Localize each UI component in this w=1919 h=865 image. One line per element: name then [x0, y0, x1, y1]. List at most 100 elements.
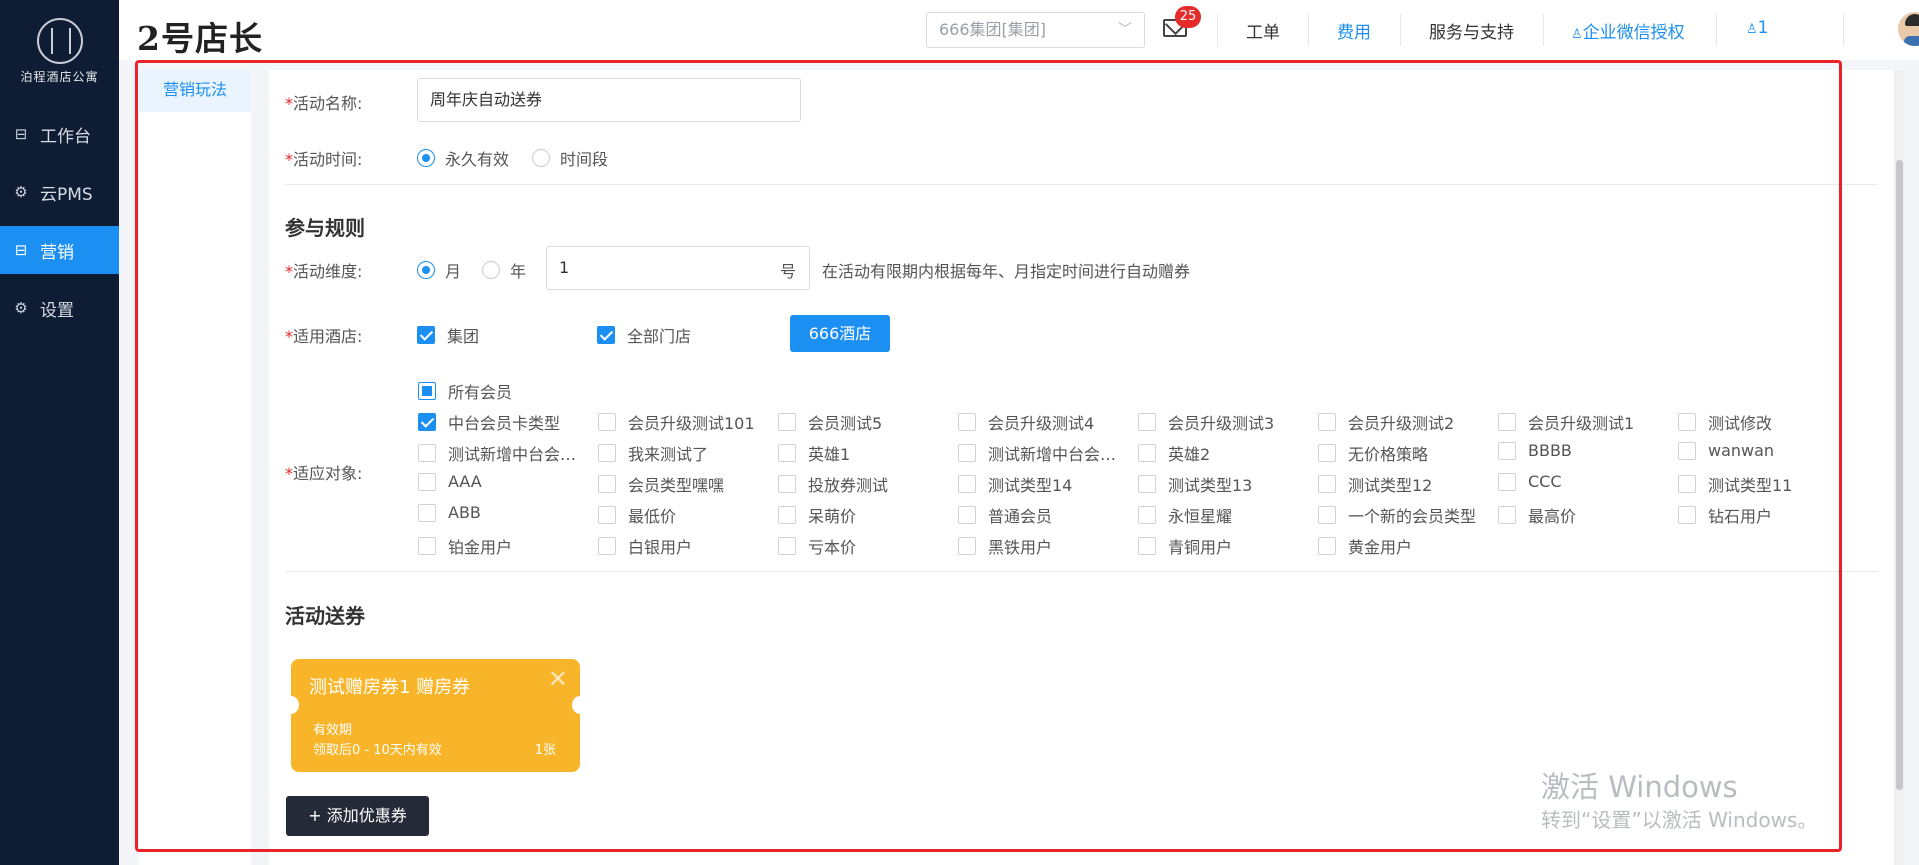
sub-nav: 营销玩法 — [139, 70, 251, 865]
fees-link[interactable]: 费用 — [1337, 18, 1371, 43]
divider — [1843, 14, 1844, 46]
service-support-link[interactable]: 服务与支持 — [1429, 18, 1514, 43]
member-type-checkbox[interactable]: CCC — [1498, 472, 1670, 491]
member-type-checkbox[interactable]: 无价格策略 — [1318, 441, 1490, 465]
member-type-label: 一个新的会员类型 — [1348, 507, 1477, 526]
member-type-label: 呆萌价 — [808, 507, 857, 526]
member-type-checkbox[interactable]: 测试新增中台会员... — [958, 441, 1130, 465]
member-type-checkbox[interactable]: 普通会员 — [958, 503, 1130, 527]
member-type-checkbox[interactable]: 永恒星耀 — [1138, 503, 1310, 527]
member-type-checkbox[interactable]: 亏本价 — [778, 534, 950, 558]
member-type-checkbox[interactable]: 英雄2 — [1138, 441, 1310, 465]
member-type-checkbox[interactable]: wanwan — [1678, 441, 1850, 460]
dimension-option-year[interactable]: 年 — [482, 258, 526, 282]
member-type-checkbox[interactable]: 黑铁用户 — [958, 534, 1130, 558]
hotel-group-checkbox[interactable]: 集团 — [417, 323, 479, 347]
all-members-checkbox[interactable]: 所有会员 — [418, 379, 512, 403]
member-type-checkbox[interactable]: 会员升级测试1 — [1498, 410, 1670, 434]
coupon-card[interactable]: 测试赠房券1 赠房券 ✕ 有效期 领取后0 - 10天内有效 1张 — [283, 659, 588, 772]
member-type-label: BBBB — [1528, 441, 1572, 460]
member-type-checkbox[interactable]: 最高价 — [1498, 503, 1670, 527]
member-type-checkbox[interactable]: 会员升级测试2 — [1318, 410, 1490, 434]
user-label: 1 — [1757, 18, 1769, 38]
avatar[interactable] — [1898, 12, 1919, 46]
member-type-label: wanwan — [1708, 441, 1775, 460]
sidebar-item-marketing[interactable]: ⊟ 营销 — [0, 226, 119, 274]
sidebar-item-label: 云PMS — [40, 184, 93, 205]
member-type-label: 亏本价 — [808, 538, 857, 557]
org-select[interactable]: 666集团[集团] ﹀ — [926, 12, 1145, 48]
sidebar-item-label: 设置 — [40, 300, 74, 321]
brand-title: 2号店长 — [137, 19, 263, 58]
sidebar-item-workbench[interactable]: ⊟ 工作台 — [0, 110, 119, 158]
member-type-checkbox[interactable]: 会员升级测试4 — [958, 410, 1130, 434]
divider — [1308, 14, 1309, 46]
time-option-period[interactable]: 时间段 — [532, 146, 608, 170]
member-type-checkbox[interactable]: 最低价 — [598, 503, 770, 527]
member-type-checkbox[interactable]: 铂金用户 — [418, 534, 590, 558]
member-type-checkbox[interactable]: 一个新的会员类型 — [1318, 503, 1490, 527]
member-type-label: 测试新增中台会员... — [988, 445, 1130, 464]
user-menu[interactable]: ♙1 — [1746, 18, 1768, 38]
member-type-checkbox[interactable]: 黄金用户 — [1318, 534, 1490, 558]
activity-name-input[interactable]: 周年庆自动送券 — [417, 78, 801, 122]
member-type-label: 会员测试5 — [808, 414, 883, 433]
hotel-all-checkbox[interactable]: 全部门店 — [597, 323, 691, 347]
user-icon: ♙ — [1571, 27, 1583, 42]
member-type-checkbox[interactable]: 英雄1 — [778, 441, 950, 465]
wechat-auth-link[interactable]: ♙企业微信授权 — [1571, 18, 1685, 43]
member-type-label: 会员升级测试4 — [988, 414, 1095, 433]
sidebar-item-pms[interactable]: ⚙ 云PMS — [0, 168, 119, 216]
member-type-label: 测试类型14 — [988, 476, 1073, 495]
member-type-checkbox[interactable]: 测试类型14 — [958, 472, 1130, 496]
member-type-label: 白银用户 — [628, 538, 693, 557]
divider — [285, 184, 1878, 185]
member-type-label: 无价格策略 — [1348, 445, 1429, 464]
member-type-label: 普通会员 — [988, 507, 1053, 526]
add-coupon-button[interactable]: + 添加优惠券 — [286, 796, 429, 836]
member-type-checkbox[interactable]: 钻石用户 — [1678, 503, 1850, 527]
workbench-icon: ⊟ — [14, 125, 28, 143]
member-type-label: 黄金用户 — [1348, 538, 1413, 557]
member-type-checkbox[interactable]: AAA — [418, 472, 590, 491]
subnav-item-marketing-play[interactable]: 营销玩法 — [139, 70, 251, 112]
time-option-permanent[interactable]: 永久有效 — [417, 146, 509, 170]
member-type-checkbox[interactable]: 投放券测试 — [778, 472, 950, 496]
hotel-666-button[interactable]: 666酒店 — [790, 315, 890, 352]
hotel-label: *适用酒店: — [285, 327, 363, 346]
sidebar-item-settings[interactable]: ⚙ 设置 — [0, 284, 119, 332]
member-type-label: CCC — [1528, 472, 1562, 491]
dimension-option-month[interactable]: 月 — [417, 258, 461, 282]
day-input[interactable]: 1 — [546, 246, 810, 290]
member-type-checkbox[interactable]: 会员测试5 — [778, 410, 950, 434]
member-type-checkbox[interactable]: 白银用户 — [598, 534, 770, 558]
scrollbar-thumb[interactable] — [1896, 160, 1903, 790]
member-type-label: 最低价 — [628, 507, 677, 526]
member-type-label: 我来测试了 — [628, 445, 709, 464]
member-type-checkbox[interactable]: ABB — [418, 503, 590, 522]
activity-time-label: *活动时间: — [285, 150, 363, 169]
member-type-checkbox[interactable]: 测试类型13 — [1138, 472, 1310, 496]
work-order-link[interactable]: 工单 — [1246, 18, 1280, 43]
member-type-label: 英雄2 — [1168, 445, 1211, 464]
close-icon[interactable]: ✕ — [548, 665, 568, 693]
member-type-checkbox[interactable]: 测试新增中台会员... — [418, 441, 590, 465]
member-type-label: 会员升级测试101 — [628, 414, 755, 433]
member-type-checkbox[interactable]: 中台会员卡类型 — [418, 410, 590, 434]
marketing-icon: ⊟ — [14, 241, 28, 259]
member-type-checkbox[interactable]: BBBB — [1498, 441, 1670, 460]
member-type-checkbox[interactable]: 会员类型嘿嘿 — [598, 472, 770, 496]
coupon-notch — [283, 696, 299, 714]
member-type-label: 投放券测试 — [808, 476, 889, 495]
member-type-label: 青铜用户 — [1168, 538, 1233, 557]
member-type-checkbox[interactable]: 呆萌价 — [778, 503, 950, 527]
member-type-checkbox[interactable]: 测试类型12 — [1318, 472, 1490, 496]
member-type-checkbox[interactable]: 测试修改 — [1678, 410, 1850, 434]
member-type-checkbox[interactable]: 会员升级测试101 — [598, 410, 770, 434]
member-type-label: 会员类型嘿嘿 — [628, 476, 725, 495]
coupon-validity-label: 有效期 — [313, 723, 353, 738]
member-type-checkbox[interactable]: 青铜用户 — [1138, 534, 1310, 558]
member-type-checkbox[interactable]: 测试类型11 — [1678, 472, 1850, 496]
member-type-checkbox[interactable]: 我来测试了 — [598, 441, 770, 465]
member-type-checkbox[interactable]: 会员升级测试3 — [1138, 410, 1310, 434]
